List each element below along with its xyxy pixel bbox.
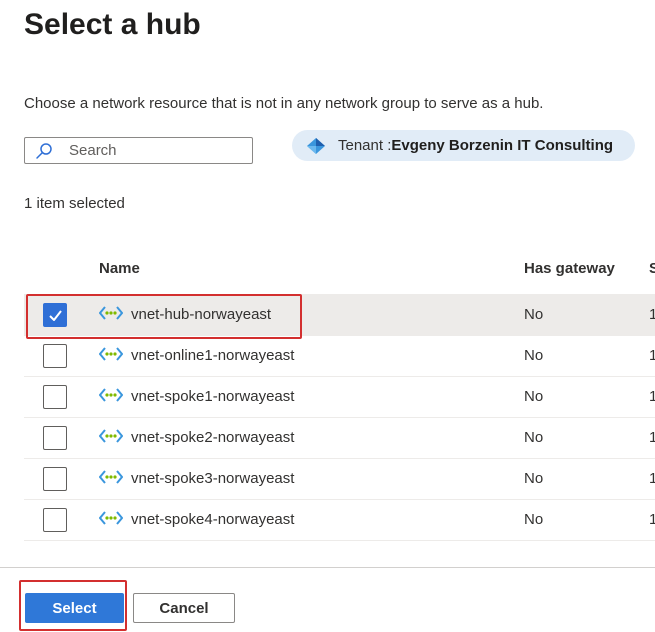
row-checkbox[interactable] — [43, 467, 67, 491]
table-row[interactable]: vnet-spoke4-norwayeast No 1 — [24, 500, 655, 541]
tenant-name: Evgeny Borzenin IT Consulting — [391, 137, 614, 154]
virtual-network-icon — [99, 347, 123, 361]
resource-name: vnet-spoke1-norwayeast — [131, 388, 295, 405]
table-row[interactable]: vnet-spoke2-norwayeast No 1 — [24, 418, 655, 459]
resource-table: Name Has gateway S vnet-hub-norwayeast N… — [24, 250, 655, 541]
column-header-name[interactable]: Name — [99, 260, 140, 277]
has-gateway-value: No — [524, 306, 544, 323]
resource-name: vnet-online1-norwayeast — [131, 347, 295, 364]
selection-count: 1 item selected — [24, 195, 125, 212]
tenant-pill: Tenant : Evgeny Borzenin IT Consulting — [292, 130, 635, 161]
truncated-column-value: 1 — [649, 306, 655, 323]
virtual-network-icon — [99, 306, 123, 320]
dialog-description: Choose a network resource that is not in… — [24, 95, 544, 112]
table-row[interactable]: vnet-hub-norwayeast No 1 — [24, 295, 655, 336]
has-gateway-value: No — [524, 347, 544, 364]
table-header: Name Has gateway S — [24, 250, 655, 295]
resource-name: vnet-spoke2-norwayeast — [131, 429, 295, 446]
checkmark-icon — [49, 310, 62, 321]
virtual-network-icon — [99, 388, 123, 402]
search-box[interactable] — [24, 137, 253, 164]
has-gateway-value: No — [524, 470, 544, 487]
has-gateway-value: No — [524, 388, 544, 405]
search-icon — [36, 142, 52, 159]
row-checkbox[interactable] — [43, 303, 67, 327]
row-checkbox[interactable] — [43, 385, 67, 409]
azure-tenant-icon — [307, 137, 325, 154]
has-gateway-value: No — [524, 429, 544, 446]
resource-name: vnet-hub-norwayeast — [131, 306, 272, 323]
footer-divider — [0, 567, 655, 568]
truncated-column-value: 1 — [649, 511, 655, 528]
cancel-button[interactable]: Cancel — [133, 593, 235, 623]
resource-name: vnet-spoke4-norwayeast — [131, 511, 295, 528]
resource-name: vnet-spoke3-norwayeast — [131, 470, 295, 487]
virtual-network-icon — [99, 429, 123, 443]
table-row[interactable]: vnet-spoke1-norwayeast No 1 — [24, 377, 655, 418]
dialog-title: Select a hub — [24, 8, 201, 41]
table-row[interactable]: vnet-spoke3-norwayeast No 1 — [24, 459, 655, 500]
truncated-column-value: 1 — [649, 429, 655, 446]
virtual-network-icon — [99, 470, 123, 484]
truncated-column-value: 1 — [649, 470, 655, 487]
truncated-column-value: 1 — [649, 388, 655, 405]
search-input[interactable] — [67, 141, 241, 160]
column-header-truncated[interactable]: S — [649, 260, 655, 277]
row-checkbox[interactable] — [43, 508, 67, 532]
row-checkbox[interactable] — [43, 344, 67, 368]
has-gateway-value: No — [524, 511, 544, 528]
virtual-network-icon — [99, 511, 123, 525]
column-header-has-gateway[interactable]: Has gateway — [524, 260, 615, 277]
select-button[interactable]: Select — [25, 593, 124, 623]
table-row[interactable]: vnet-online1-norwayeast No 1 — [24, 336, 655, 377]
row-checkbox[interactable] — [43, 426, 67, 450]
truncated-column-value: 1 — [649, 347, 655, 364]
tenant-label: Tenant : — [338, 137, 392, 154]
